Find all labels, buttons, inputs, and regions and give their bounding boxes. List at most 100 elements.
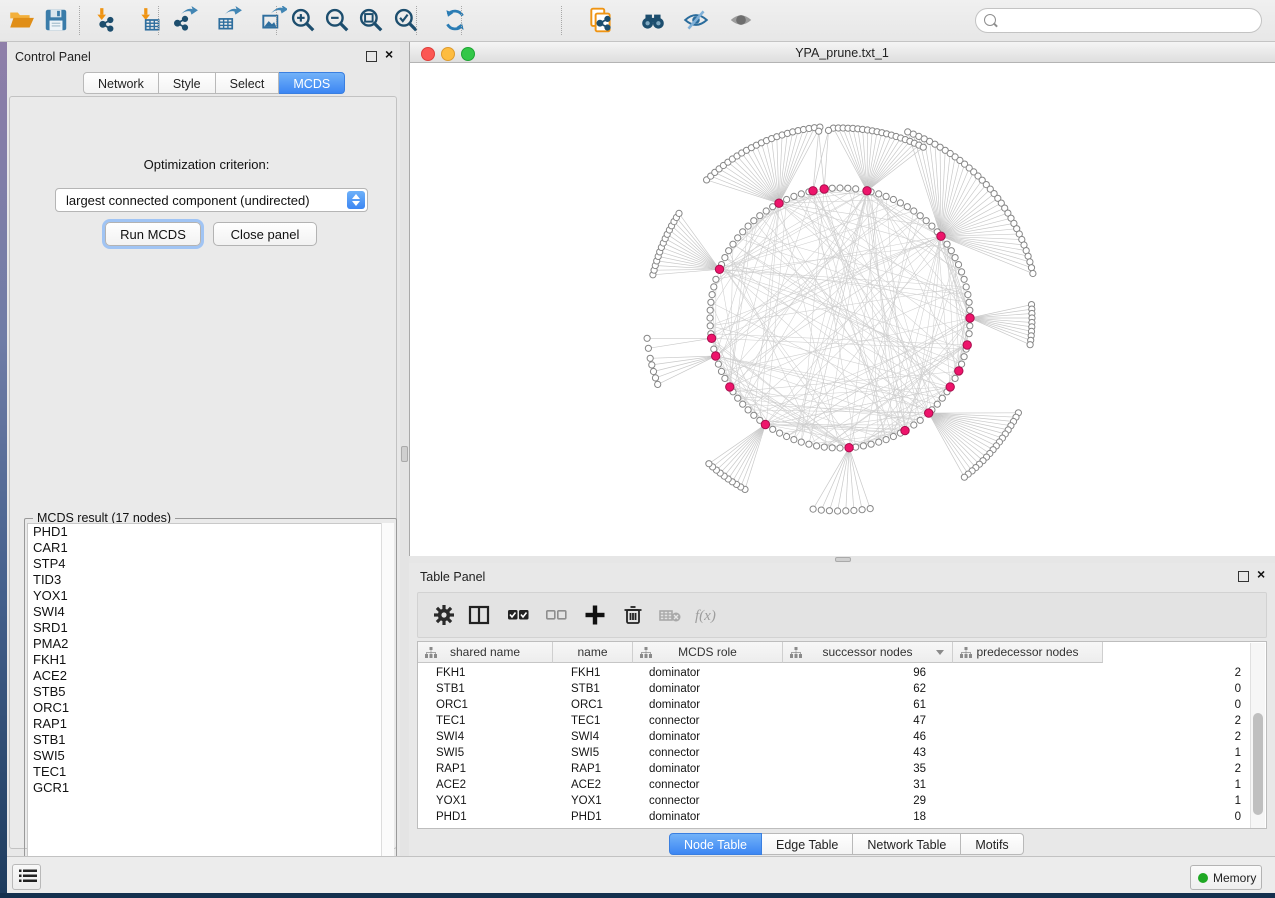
mcds-result-item[interactable]: PMA2 <box>28 636 392 652</box>
table-settings-gear-button[interactable] <box>430 602 458 630</box>
scrollbar-thumb[interactable] <box>1253 713 1263 815</box>
criterion-select[interactable]: largest connected component (undirected) <box>55 188 368 212</box>
splitter-grip-icon[interactable] <box>835 557 851 562</box>
graph-node[interactable] <box>952 375 958 381</box>
graph-hub-node[interactable] <box>966 314 974 322</box>
column-header-name[interactable]: name <box>553 642 633 663</box>
graph-hub-node[interactable] <box>963 341 971 349</box>
graph-node[interactable] <box>967 307 973 313</box>
graph-node[interactable] <box>709 292 715 298</box>
graph-node[interactable] <box>948 248 954 254</box>
mcds-result-item[interactable]: GCR1 <box>28 780 392 796</box>
graph-node[interactable] <box>1027 259 1033 265</box>
mcds-result-item[interactable]: YOX1 <box>28 588 392 604</box>
tab-select[interactable]: Select <box>216 72 280 94</box>
graph-node[interactable] <box>959 269 965 275</box>
graph-node[interactable] <box>1027 342 1033 348</box>
graph-node[interactable] <box>777 430 783 436</box>
graph-node[interactable] <box>818 507 824 513</box>
graph-node[interactable] <box>920 144 926 150</box>
table-row[interactable]: FKH1FKH1dominator962 <box>418 665 1250 681</box>
graph-node[interactable] <box>917 213 923 219</box>
graph-node[interactable] <box>825 127 831 133</box>
graph-node[interactable] <box>934 401 940 407</box>
graph-hub-node[interactable] <box>712 352 720 360</box>
graph-node[interactable] <box>904 204 910 210</box>
table-row[interactable]: SWI4SWI4dominator462 <box>418 729 1250 745</box>
graph-node[interactable] <box>883 437 889 443</box>
show-columns-button[interactable] <box>465 602 493 630</box>
tab-motifs[interactable]: Motifs <box>961 833 1023 855</box>
graph-hub-node[interactable] <box>937 232 945 240</box>
graph-node[interactable] <box>791 193 797 199</box>
float-panel-icon[interactable] <box>1238 571 1249 582</box>
hide-graphics-details-button[interactable] <box>681 6 711 36</box>
graph-node[interactable] <box>961 276 967 282</box>
graph-node[interactable] <box>860 443 866 449</box>
graph-node[interactable] <box>867 506 873 512</box>
graph-node[interactable] <box>757 213 763 219</box>
graph-node[interactable] <box>784 196 790 202</box>
table-row[interactable]: STB1STB1dominator620 <box>418 681 1250 697</box>
graph-node[interactable] <box>911 208 917 214</box>
float-panel-icon[interactable] <box>366 51 377 62</box>
graph-hub-node[interactable] <box>707 334 715 342</box>
graph-node[interactable] <box>745 407 751 413</box>
graph-node[interactable] <box>649 362 655 368</box>
graph-node[interactable] <box>883 193 889 199</box>
mcds-result-item[interactable]: SWI5 <box>28 748 392 764</box>
network-graph[interactable] <box>410 63 1275 556</box>
graph-node[interactable] <box>876 191 882 197</box>
graph-node[interactable] <box>751 412 757 418</box>
graph-node[interactable] <box>845 185 851 191</box>
graph-node[interactable] <box>876 439 882 445</box>
graph-node[interactable] <box>843 508 849 514</box>
mcds-result-item[interactable]: ACE2 <box>28 668 392 684</box>
graph-node[interactable] <box>952 255 958 261</box>
graph-node[interactable] <box>718 368 724 374</box>
graph-node[interactable] <box>745 223 751 229</box>
graph-hub-node[interactable] <box>946 383 954 391</box>
mcds-result-item[interactable]: FKH1 <box>28 652 392 668</box>
graph-node[interactable] <box>868 441 874 447</box>
graph-node[interactable] <box>798 191 804 197</box>
deselect-all-button[interactable] <box>542 602 570 630</box>
graph-node[interactable] <box>837 445 843 451</box>
graph-node[interactable] <box>955 262 961 268</box>
graph-node[interactable] <box>740 401 746 407</box>
close-panel-icon[interactable]: × <box>385 49 393 59</box>
column-header-successor-nodes[interactable]: successor nodes <box>783 642 953 663</box>
refresh-layout-button[interactable] <box>440 6 470 36</box>
show-panels-list-button[interactable] <box>12 864 41 890</box>
graph-node[interactable] <box>644 335 650 341</box>
graph-hub-node[interactable] <box>809 187 817 195</box>
graph-node[interactable] <box>652 375 658 381</box>
graph-node[interactable] <box>890 196 896 202</box>
graph-node[interactable] <box>897 200 903 206</box>
graph-hub-node[interactable] <box>863 187 871 195</box>
mcds-result-item[interactable]: STP4 <box>28 556 392 572</box>
graph-node[interactable] <box>707 315 713 321</box>
mcds-result-item[interactable]: ORC1 <box>28 700 392 716</box>
save-session-button[interactable] <box>41 6 71 36</box>
graph-node[interactable] <box>791 437 797 443</box>
tab-node-table[interactable]: Node Table <box>669 833 762 855</box>
search-network-button[interactable] <box>638 6 668 36</box>
close-panel-icon[interactable]: × <box>1257 569 1265 579</box>
mcds-result-item[interactable]: CAR1 <box>28 540 392 556</box>
mcds-result-item[interactable]: SRD1 <box>28 620 392 636</box>
graph-node[interactable] <box>713 276 719 282</box>
graph-node[interactable] <box>810 506 816 512</box>
clone-network-button[interactable] <box>586 6 616 36</box>
export-network-button[interactable] <box>170 6 200 36</box>
tab-style[interactable]: Style <box>159 72 216 94</box>
graph-hub-node[interactable] <box>726 383 734 391</box>
graph-hub-node[interactable] <box>820 185 828 193</box>
graph-node[interactable] <box>650 368 656 374</box>
graph-node[interactable] <box>798 439 804 445</box>
table-row[interactable]: TEC1TEC1connector472 <box>418 713 1250 729</box>
export-image-button[interactable] <box>258 6 288 36</box>
graph-node[interactable] <box>859 507 865 513</box>
column-header-predecessor-nodes[interactable]: predecessor nodes <box>953 642 1103 663</box>
table-row[interactable]: ACE2ACE2connector311 <box>418 777 1250 793</box>
